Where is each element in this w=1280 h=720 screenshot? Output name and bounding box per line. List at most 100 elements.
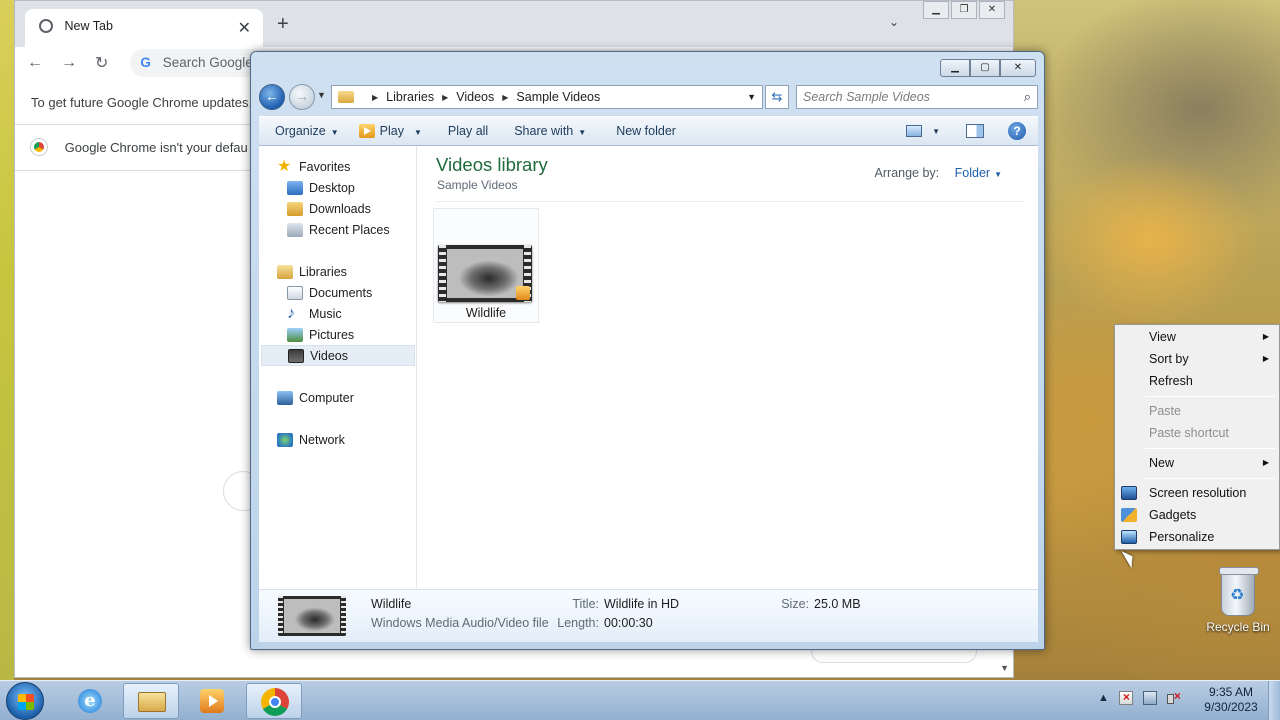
close-icon[interactable]: ✕ (979, 1, 1005, 19)
menu-item-label: Refresh (1149, 374, 1193, 388)
explorer-navigation-row: ← → ▼ ▶ Libraries ▶ Videos ▶ Sample Vide… (259, 84, 1038, 110)
restore-icon[interactable]: ❐ (951, 1, 977, 19)
close-icon[interactable]: ✕ (1000, 59, 1036, 77)
forward-icon[interactable]: → (61, 54, 77, 72)
organize-label: Organize (275, 124, 326, 138)
nav-item-desktop[interactable]: Desktop (287, 177, 355, 198)
breadcrumb-libraries[interactable]: Libraries (386, 90, 434, 104)
volume-muted-icon[interactable] (1166, 689, 1181, 705)
chrome-tab-new-tab[interactable]: New Tab ✕ (25, 9, 263, 47)
explorer-window[interactable]: ▁ ▢ ✕ ← → ▼ ▶ Libraries ▶ Videos ▶ Sampl… (250, 51, 1045, 650)
menu-item-gadgets[interactable]: Gadgets (1117, 504, 1277, 526)
personalize-icon (1121, 530, 1137, 544)
file-list-area[interactable]: Videos library Sample Videos Arrange by:… (417, 146, 1038, 590)
nav-label: Recent Places (309, 222, 390, 237)
breadcrumb-sample-videos[interactable]: Sample Videos (516, 90, 600, 104)
start-button[interactable] (6, 682, 44, 720)
menu-separator (1145, 396, 1275, 397)
chrome-tab-bar: New Tab ✕ + ⌄ ▁ ❐ ✕ (15, 1, 1013, 47)
menu-item-label: Personalize (1149, 530, 1215, 544)
help-icon[interactable]: ? (1008, 122, 1026, 140)
taskbar-internet-explorer[interactable]: e (62, 683, 118, 719)
default-browser-notice-text: Google Chrome isn't your defau (64, 140, 248, 155)
star-icon: ★ (277, 157, 292, 175)
share-with-button[interactable]: Share with ▼ (498, 124, 596, 138)
file-item-wildlife[interactable]: Wildlife (433, 208, 539, 323)
show-hidden-icons-icon[interactable]: ▲ (1098, 692, 1109, 704)
refresh-button[interactable]: ⇆ (765, 85, 789, 109)
nav-item-downloads[interactable]: Downloads (287, 198, 371, 219)
organize-button[interactable]: Organize ▼ (259, 124, 349, 138)
minimize-icon[interactable]: ▁ (923, 1, 949, 19)
nav-item-favorites[interactable]: ★ Favorites (277, 156, 350, 177)
minimize-icon[interactable]: ▁ (940, 59, 970, 77)
reload-icon[interactable]: ↻ (95, 53, 108, 73)
menu-item-view[interactable]: View ▶ (1117, 326, 1277, 348)
nav-item-documents[interactable]: Documents (287, 282, 372, 303)
maximize-icon[interactable]: ▢ (970, 59, 1000, 77)
details-length-value: 00:00:30 (604, 616, 653, 630)
action-center-icon[interactable] (1118, 690, 1133, 705)
clock-time: 9:35 AM (1208, 685, 1254, 699)
taskbar-media-player[interactable] (184, 683, 240, 719)
arrange-by-label: Arrange by: (874, 166, 940, 180)
command-bar: Organize ▼ Play ▼ Play all Share with ▼ New… (259, 116, 1038, 146)
menu-separator (1145, 448, 1275, 449)
address-bar[interactable]: ▶ Libraries ▶ Videos ▶ Sample Videos ▼ (331, 85, 763, 109)
nav-item-libraries[interactable]: Libraries (277, 261, 347, 282)
new-folder-button[interactable]: New folder (596, 124, 686, 138)
back-button[interactable]: ← (259, 84, 285, 110)
back-icon[interactable]: ← (27, 54, 43, 72)
menu-item-label: Paste shortcut (1149, 426, 1229, 440)
breadcrumb-videos[interactable]: Videos (456, 90, 494, 104)
search-icon[interactable]: ⌕ (1024, 89, 1031, 105)
tab-search-chevron-icon[interactable]: ⌄ (889, 15, 899, 29)
play-icon (358, 124, 375, 138)
details-title-value[interactable]: Wildlife in HD (604, 597, 679, 611)
close-tab-icon[interactable]: ✕ (238, 18, 251, 38)
chevron-down-icon[interactable]: ▼ (994, 170, 1002, 179)
details-title-label: Title: (572, 597, 599, 611)
address-history-dropdown-icon[interactable]: ▼ (747, 92, 756, 102)
arrange-by-dropdown[interactable]: Folder (955, 166, 990, 180)
taskbar-windows-explorer[interactable] (123, 683, 179, 719)
nav-label: Network (299, 432, 345, 447)
recycle-bin-shortcut[interactable]: Recycle Bin (1200, 567, 1276, 634)
menu-item-personalize[interactable]: Personalize (1117, 526, 1277, 548)
music-note-icon: ♪ (287, 304, 295, 322)
breadcrumb-separator-icon[interactable]: ▶ (372, 93, 378, 102)
nav-item-music[interactable]: ♪ Music (287, 303, 342, 324)
recent-pages-dropdown-icon[interactable]: ▼ (317, 90, 326, 100)
menu-item-paste: Paste (1117, 400, 1277, 422)
breadcrumb-separator-icon[interactable]: ▶ (442, 93, 448, 102)
play-all-button[interactable]: Play all (432, 124, 498, 138)
change-view-icon[interactable] (906, 125, 923, 137)
forward-button[interactable]: → (289, 84, 315, 110)
nav-item-videos[interactable]: Videos (261, 345, 415, 366)
scroll-down-arrow-icon[interactable]: ▼ (1000, 663, 1009, 673)
preview-pane-icon[interactable] (966, 124, 984, 138)
menu-item-refresh[interactable]: Refresh (1117, 370, 1277, 392)
taskbar-clock[interactable]: 9:35 AM 9/30/2023 (1196, 685, 1266, 715)
breadcrumb-separator-icon[interactable]: ▶ (502, 93, 508, 102)
new-tab-button[interactable]: + (277, 13, 289, 36)
taskbar-google-chrome[interactable] (246, 683, 302, 719)
menu-item-sort-by[interactable]: Sort by ▶ (1117, 348, 1277, 370)
menu-item-screen-resolution[interactable]: Screen resolution (1117, 482, 1277, 504)
nav-item-recent-places[interactable]: Recent Places (287, 219, 390, 240)
play-button[interactable]: Play ▼ (349, 124, 432, 138)
film-strip-icon (288, 348, 304, 363)
menu-item-new[interactable]: New ▶ (1117, 452, 1277, 474)
nav-item-computer[interactable]: Computer (277, 387, 354, 408)
search-input[interactable]: Search Sample Videos ⌕ (796, 85, 1038, 109)
nav-item-network[interactable]: Network (277, 429, 345, 450)
show-desktop-button[interactable] (1268, 681, 1280, 720)
navigation-pane[interactable]: ★ Favorites Desktop Downloads Recent Pla… (259, 146, 417, 590)
menu-item-label: View (1149, 330, 1176, 344)
pictures-icon (287, 327, 303, 342)
menu-item-paste-shortcut: Paste shortcut (1117, 422, 1277, 444)
recycle-bin-label: Recycle Bin (1206, 620, 1270, 634)
nav-item-pictures[interactable]: Pictures (287, 324, 354, 345)
chevron-down-icon[interactable]: ▼ (932, 127, 940, 136)
network-status-icon[interactable] (1142, 691, 1157, 705)
